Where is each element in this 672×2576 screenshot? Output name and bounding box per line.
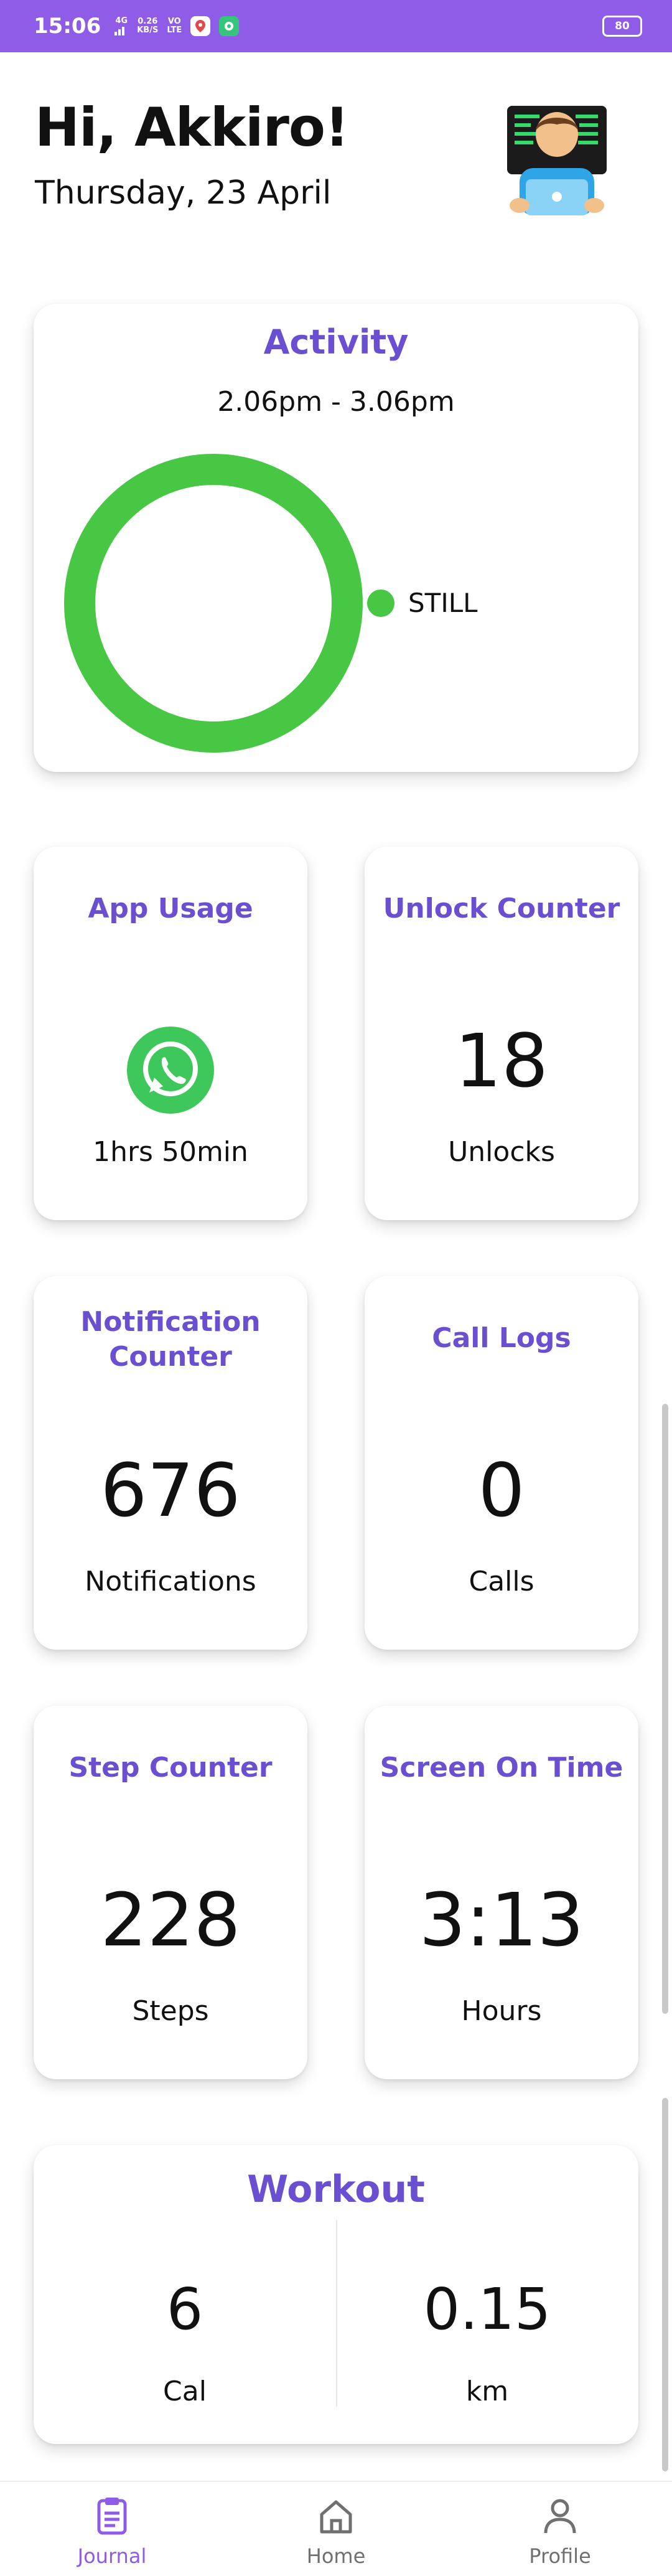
notification-counter-title-line1: Notification — [80, 1306, 261, 1338]
activity-ring-segment-still — [64, 454, 363, 753]
status-bar: 15:06 4G 0.26 KB/S VO LTE 80 — [0, 0, 672, 52]
activity-card[interactable]: Activity 2.06pm - 3.06pm — [34, 304, 638, 772]
call-logs-value: 0 — [478, 1447, 525, 1533]
call-logs-card[interactable]: Call Logs 0 Calls — [365, 1276, 638, 1650]
step-counter-card[interactable]: Step Counter 228 Steps — [34, 1706, 307, 2079]
activity-ring-chart — [64, 454, 363, 753]
nav-journal[interactable]: Journal — [0, 2482, 224, 2576]
status-network: 4G 0.26 KB/S VO LTE — [114, 16, 240, 36]
call-logs-unit: Calls — [469, 1566, 534, 1597]
nav-home[interactable]: Home — [224, 2482, 448, 2576]
nav-home-label: Home — [306, 2544, 366, 2568]
notification-counter-value: 676 — [100, 1447, 241, 1533]
network-small-label: 4G — [115, 16, 128, 26]
network-indicator: 4G — [114, 17, 128, 35]
step-counter-value: 228 — [100, 1877, 241, 1963]
technologist-avatar-icon — [507, 106, 607, 215]
greeting-title: Hi, Akkiro! — [35, 96, 349, 159]
scrollbar-thumb-upper[interactable] — [662, 1404, 668, 2014]
app-usage-title: App Usage — [88, 893, 253, 924]
call-logs-title: Call Logs — [432, 1322, 571, 1354]
notification-counter-unit: Notifications — [85, 1566, 256, 1597]
screen-on-time-card[interactable]: Screen On Time 3:13 Hours — [365, 1706, 638, 2079]
date-label: Thursday, 23 April — [35, 174, 332, 212]
workout-card[interactable]: Workout 6 Cal 0.15 km — [34, 2145, 638, 2444]
speed-value: 0.26 — [138, 17, 158, 26]
workout-calories-value: 6 — [166, 2276, 203, 2343]
whatsapp-icon — [127, 1027, 214, 1114]
activity-title: Activity — [263, 322, 409, 362]
nav-profile-label: Profile — [529, 2544, 591, 2568]
person-icon — [544, 2499, 576, 2534]
home-icon — [320, 2500, 352, 2534]
unlock-counter-value: 18 — [454, 1018, 549, 1104]
signal-icon — [114, 27, 125, 35]
workout-calories-unit: Cal — [163, 2376, 207, 2407]
notification-counter-card[interactable]: Notification Counter 676 Notifications — [34, 1276, 307, 1650]
step-counter-title: Step Counter — [68, 1752, 273, 1784]
workout-distance-value: 0.15 — [423, 2276, 551, 2343]
nav-journal-label: Journal — [77, 2544, 147, 2568]
scrollbar-thumb-lower[interactable] — [662, 2098, 668, 2471]
bottom-navigation: Journal Home Profile — [0, 2481, 672, 2576]
activity-legend-item: STILL — [367, 588, 478, 618]
app-usage-value: 1hrs 50min — [93, 1136, 248, 1168]
workout-distance-unit: km — [465, 2376, 509, 2407]
workout-title: Workout — [247, 2168, 425, 2211]
notification-counter-title: Notification Counter — [34, 1305, 307, 1375]
app-notification-icon — [219, 16, 240, 36]
maps-notification-icon — [190, 16, 211, 36]
unlock-counter-unit: Unlocks — [448, 1136, 555, 1168]
volte-indicator: VO LTE — [167, 17, 182, 35]
volte-bottom: LTE — [167, 26, 182, 35]
screen-on-time-title: Screen On Time — [380, 1752, 623, 1784]
legend-dot-icon — [367, 589, 394, 617]
volte-top: VO — [167, 17, 181, 26]
legend-label: STILL — [408, 588, 478, 618]
nav-profile[interactable]: Profile — [448, 2482, 672, 2576]
clipboard-icon — [97, 2498, 127, 2535]
unlock-counter-card[interactable]: Unlock Counter 18 Unlocks — [365, 847, 638, 1220]
step-counter-unit: Steps — [132, 1995, 209, 2027]
screen-on-time-value: 3:13 — [419, 1877, 584, 1963]
notification-counter-title-line2: Counter — [109, 1341, 232, 1373]
battery-indicator: 80 — [602, 16, 642, 37]
screen-on-time-unit: Hours — [461, 1995, 542, 2027]
unlock-counter-title: Unlock Counter — [383, 893, 620, 924]
speed-indicator: 0.26 KB/S — [137, 17, 158, 35]
status-time: 15:06 — [34, 14, 101, 39]
activity-time-range: 2.06pm - 3.06pm — [217, 386, 455, 418]
speed-unit: KB/S — [137, 26, 159, 35]
app-usage-card[interactable]: App Usage 1hrs 50min — [34, 847, 307, 1220]
